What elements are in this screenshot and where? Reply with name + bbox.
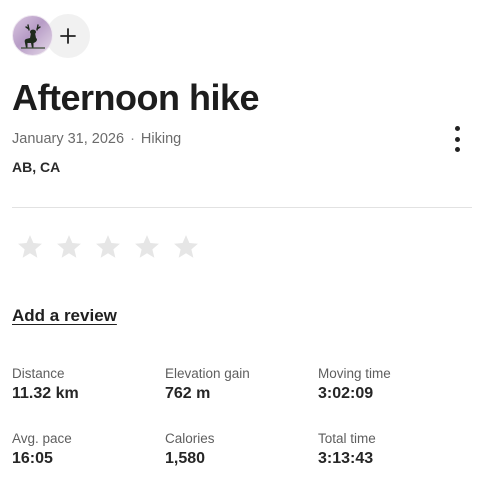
more-vertical-icon [454, 126, 460, 131]
stat-value: 16:05 [12, 450, 53, 467]
meta-separator: · [130, 131, 135, 147]
activity-type: Hiking [140, 131, 182, 147]
star-icon-2[interactable] [55, 233, 83, 261]
stat-label: Moving time [318, 366, 391, 381]
stat-calories: Calories 1,580 [165, 431, 215, 469]
star-icon-5[interactable] [172, 233, 200, 261]
stat-avg-pace: Avg. pace 16:05 [12, 431, 72, 469]
activity-date: January 31, 2026 [12, 131, 125, 147]
stat-value: 3:02:09 [318, 385, 374, 402]
stat-elevation-gain: Elevation gain 762 m [165, 366, 250, 404]
plus-icon [60, 28, 76, 44]
stat-label: Elevation gain [165, 366, 250, 381]
stat-label: Avg. pace [12, 431, 72, 446]
star-icon-3[interactable] [94, 233, 122, 261]
stat-label: Distance [12, 366, 65, 381]
activity-title: Afternoon hike [12, 77, 260, 118]
activity-meta: January 31, 2026 · Hiking [12, 130, 181, 148]
more-options-button[interactable] [445, 124, 469, 154]
stat-distance: Distance 11.32 km [12, 366, 79, 404]
add-review-link[interactable]: Add a review [12, 306, 117, 326]
divider [12, 207, 472, 208]
star-icon-4[interactable] [133, 233, 161, 261]
activity-location: AB, CA [12, 159, 61, 175]
stat-label: Total time [318, 431, 376, 446]
star-icon-1[interactable] [16, 233, 44, 261]
star-rating[interactable] [16, 233, 200, 261]
stat-value: 3:13:43 [318, 450, 374, 467]
stat-value: 11.32 km [12, 385, 79, 402]
stat-total-time: Total time 3:13:43 [318, 431, 376, 469]
stat-value: 1,580 [165, 450, 206, 467]
stat-label: Calories [165, 431, 215, 446]
stat-value: 762 m [165, 385, 211, 402]
stat-moving-time: Moving time 3:02:09 [318, 366, 391, 404]
avatar[interactable] [12, 15, 53, 56]
deer-icon [21, 24, 45, 49]
